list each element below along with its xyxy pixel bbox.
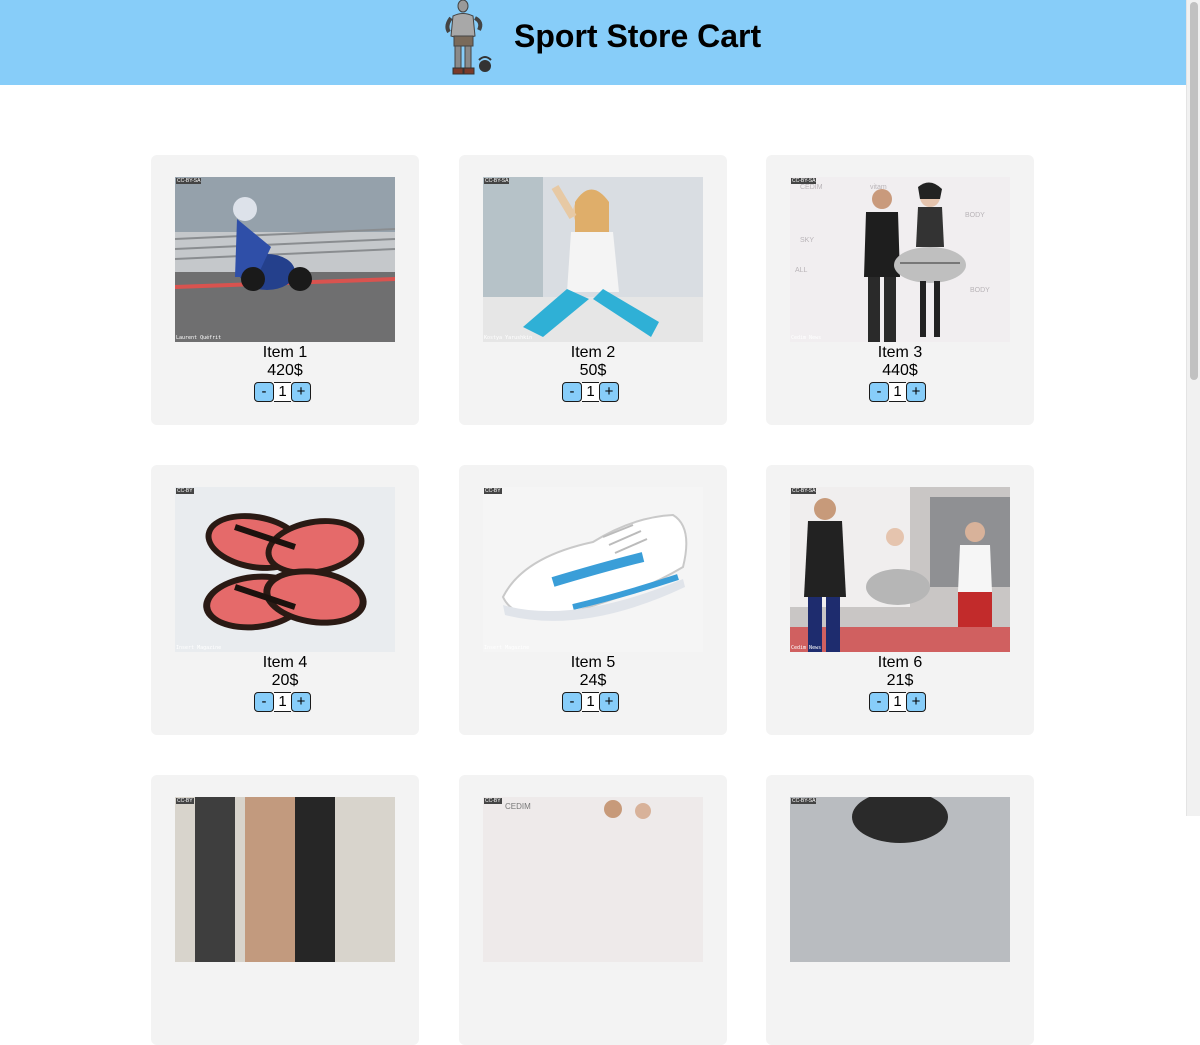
increment-button[interactable]: + <box>599 692 619 712</box>
svg-text:BODY: BODY <box>965 212 985 219</box>
product-image-fashion-event-cedim[interactable]: CEDIM CC-BY <box>483 797 703 962</box>
decrement-button[interactable]: - <box>869 692 889 712</box>
product-price: 50$ <box>579 362 607 379</box>
product-image-flip-flop-sandals[interactable]: CC-BY Insert Magazine <box>175 487 395 652</box>
quantity-value: 1 <box>274 382 291 402</box>
svg-text:BODY: BODY <box>970 287 990 294</box>
decrement-button[interactable]: - <box>254 382 274 402</box>
scrollbar-thumb[interactable] <box>1190 2 1198 380</box>
quantity-value: 1 <box>582 692 599 712</box>
svg-text:ALL: ALL <box>795 267 808 274</box>
quantity-stepper: - 1 + <box>562 692 619 712</box>
svg-text:SKY: SKY <box>800 237 814 244</box>
quantity-stepper: - 1 + <box>869 692 926 712</box>
product-image-fashion-event-couple[interactable]: CEDIM vitam BODY SKY ALL BODY CC-BY-SA Cedim… <box>790 177 1010 342</box>
product-image-running-shoe[interactable]: CC-BY Insert Magazine <box>483 487 703 652</box>
quantity-value: 1 <box>274 692 291 712</box>
product-price: 24$ <box>579 672 607 689</box>
product-card: CC-BY Insert Magazine Item 4 20$ - 1 + <box>151 465 419 735</box>
page-scrollbar[interactable] <box>1186 0 1200 816</box>
product-card: CC-BY-SA Cedim News Item 6 21$ - 1 + <box>766 465 1034 735</box>
product-name: Item 6 <box>877 654 923 671</box>
quantity-stepper: - 1 + <box>562 382 619 402</box>
svg-text:CEDIM: CEDIM <box>505 802 531 811</box>
product-image-people-gym[interactable]: CC-BY <box>175 797 395 962</box>
decrement-button[interactable]: - <box>562 382 582 402</box>
product-card: CC-BY Insert Magazine Item 5 24$ - 1 + <box>459 465 727 735</box>
increment-button[interactable]: + <box>906 382 926 402</box>
product-name: Item 5 <box>570 654 616 671</box>
decrement-button[interactable]: - <box>562 692 582 712</box>
quantity-value: 1 <box>889 382 906 402</box>
increment-button[interactable]: + <box>291 692 311 712</box>
product-image-fashion-event-group[interactable]: CC-BY-SA Cedim News <box>790 487 1010 652</box>
app-header: Sport Store Cart <box>0 0 1186 85</box>
product-price: 21$ <box>886 672 914 689</box>
product-card: CEDIM vitam BODY SKY ALL BODY CC-BY-SA Cedim… <box>766 155 1034 425</box>
quantity-stepper: - 1 + <box>254 692 311 712</box>
product-image-person-beanie[interactable]: CC-BY-SA <box>790 797 1010 962</box>
increment-button[interactable]: + <box>599 382 619 402</box>
increment-button[interactable]: + <box>906 692 926 712</box>
page-title: Sport Store Cart <box>514 18 762 54</box>
svg-text:CEDIM: CEDIM <box>800 184 823 191</box>
bodybuilder-with-kettlebell-icon <box>445 0 492 75</box>
quantity-stepper: - 1 + <box>254 382 311 402</box>
product-image-motorcycle-racer[interactable]: CC-BY-SA Laurent Quéfrit <box>175 177 395 342</box>
product-name: Item 3 <box>877 344 923 361</box>
product-price: 420$ <box>267 362 303 379</box>
quantity-stepper: - 1 + <box>869 382 926 402</box>
decrement-button[interactable]: - <box>254 692 274 712</box>
product-name: Item 1 <box>262 344 308 361</box>
product-image-woman-stretching[interactable]: CC-BY-SA Kostya Yarushkin <box>483 177 703 342</box>
product-name: Item 2 <box>570 344 616 361</box>
quantity-value: 1 <box>889 692 906 712</box>
product-card: CC-BY-SA Kostya Yarushkin Item 2 50$ - 1… <box>459 155 727 425</box>
increment-button[interactable]: + <box>291 382 311 402</box>
product-name: Item 4 <box>262 654 308 671</box>
product-price: 440$ <box>882 362 918 379</box>
decrement-button[interactable]: - <box>869 382 889 402</box>
product-card: CC-BY-SA Laurent Quéfrit Item 1 420$ - 1… <box>151 155 419 425</box>
product-price: 20$ <box>271 672 299 689</box>
quantity-value: 1 <box>582 382 599 402</box>
